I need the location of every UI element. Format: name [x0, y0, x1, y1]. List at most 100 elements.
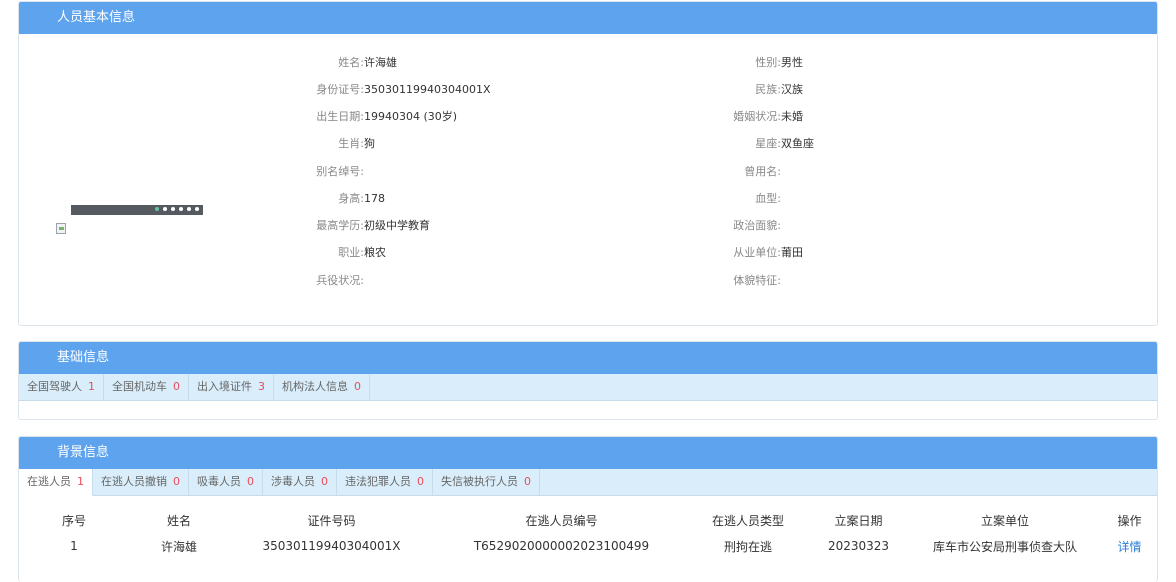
carousel-dot[interactable]: [179, 207, 183, 211]
tab-vehicles[interactable]: 全国机动车 0: [104, 374, 189, 400]
table-header-row: 序号 姓名 证件号码 在逃人员编号 在逃人员类型 立案日期 立案单位 操作: [19, 507, 1159, 533]
field-value: 许海雄: [364, 56, 397, 69]
broken-image-icon: [56, 223, 66, 234]
field-physical-features: 体貌特征:: [667, 274, 781, 288]
field-name: 姓名:许海雄: [252, 56, 397, 70]
carousel-dot[interactable]: [171, 207, 175, 211]
tab-label: 在逃人员: [27, 475, 71, 488]
tab-label: 出入境证件: [197, 380, 252, 393]
cell-action: 详情: [1100, 533, 1159, 559]
col-header: 姓名: [166, 513, 191, 528]
field-label: 体貌特征:: [733, 274, 781, 287]
carousel-dot[interactable]: [187, 207, 191, 211]
tab-count: 1: [88, 380, 95, 393]
tab-fugitive-revoked[interactable]: 在逃人员撤销 0: [93, 469, 189, 495]
background-info-tabs: 在逃人员 1 在逃人员撤销 0 吸毒人员 0 涉毒人员 0 违法犯罪人员 0 失信被执行人…: [19, 469, 1157, 496]
field-former-name: 曾用名:: [667, 165, 781, 179]
cell-fugitive-type: 刑拘在逃: [723, 539, 772, 554]
tab-label: 全国驾驶人: [27, 380, 82, 393]
field-value: 莆田: [781, 246, 803, 259]
field-label: 性别:: [755, 56, 781, 69]
field-gender: 性别:男性: [667, 56, 803, 70]
tab-label: 机构法人信息: [282, 380, 348, 393]
col-header: 序号: [61, 513, 86, 528]
field-value: 粮农: [364, 246, 386, 259]
col-header: 在逃人员编号: [525, 513, 598, 528]
tab-label: 违法犯罪人员: [345, 475, 411, 488]
col-header: 证件号码: [307, 513, 356, 528]
field-value: 初级中学教育: [364, 219, 430, 232]
field-label: 身高:: [338, 192, 364, 205]
field-label: 政治面貌:: [733, 219, 781, 232]
carousel-dot[interactable]: [163, 207, 167, 211]
carousel-dot[interactable]: [195, 207, 199, 211]
tab-label: 涉毒人员: [271, 475, 315, 488]
tab-drug-users[interactable]: 吸毒人员 0: [189, 469, 263, 495]
basic-info-panel: 基础信息 全国驾驶人 1 全国机动车 0 出入境证件 3 机构法人信息 0: [18, 341, 1158, 420]
tab-label: 全国机动车: [112, 380, 167, 393]
field-label: 从业单位:: [733, 246, 781, 259]
person-info-title: 人员基本信息: [19, 2, 1157, 34]
fugitive-table: 序号 姓名 证件号码 在逃人员编号 在逃人员类型 立案日期 立案单位 操作 1 …: [19, 507, 1159, 559]
field-value: 男性: [781, 56, 803, 69]
field-value: 汉族: [781, 83, 803, 96]
carousel-dots[interactable]: [155, 207, 199, 211]
field-value: 19940304 (30岁): [364, 110, 458, 123]
cell-fugitive-number: T6529020000002023100499: [473, 539, 650, 553]
field-ethnicity: 民族:汉族: [667, 83, 803, 97]
carousel-dot[interactable]: [155, 207, 159, 211]
tab-label: 吸毒人员: [197, 475, 241, 488]
field-value: 178: [364, 192, 385, 205]
field-blood-type: 血型:: [667, 192, 781, 206]
basic-info-title: 基础信息: [19, 342, 1157, 374]
cell-case-unit: 库车市公安局刑事侦查大队: [932, 539, 1077, 554]
tab-count: 0: [321, 475, 328, 488]
tab-label: 失信被执行人员: [441, 475, 518, 488]
field-label: 姓名:: [338, 56, 364, 69]
tab-count: 0: [247, 475, 254, 488]
field-birth-date: 出生日期:19940304 (30岁): [252, 110, 457, 124]
field-alias: 别名绰号:: [252, 165, 364, 179]
field-height: 身高:178: [252, 192, 385, 206]
field-label: 生肖:: [338, 137, 364, 150]
field-label: 婚姻状况:: [733, 110, 781, 123]
details-link[interactable]: 详情: [1117, 540, 1141, 554]
field-label: 身份证号:: [316, 83, 364, 96]
tab-travel-documents[interactable]: 出入境证件 3: [189, 374, 274, 400]
field-label: 兵役状况:: [316, 274, 364, 287]
cell-index: 1: [70, 539, 78, 553]
tab-dishonest-debtors[interactable]: 失信被执行人员 0: [433, 469, 540, 495]
tab-count: 0: [417, 475, 424, 488]
tab-criminals[interactable]: 违法犯罪人员 0: [337, 469, 433, 495]
field-education: 最高学历:初级中学教育: [252, 219, 430, 233]
background-info-panel: 背景信息 在逃人员 1 在逃人员撤销 0 吸毒人员 0 涉毒人员 0 违法犯罪人员 0 失…: [18, 436, 1158, 582]
col-header: 操作: [1117, 513, 1142, 528]
field-zodiac-animal: 生肖:狗: [252, 137, 375, 151]
tab-drug-related[interactable]: 涉毒人员 0: [263, 469, 337, 495]
table-row: 1 许海雄 35030119940304001X T65290200000020…: [19, 533, 1159, 559]
col-header: 立案单位: [980, 513, 1029, 528]
field-occupation: 职业:粮农: [252, 246, 386, 260]
tab-fugitives[interactable]: 在逃人员 1: [19, 469, 93, 496]
field-employer: 从业单位:莆田: [667, 246, 803, 260]
field-value: 35030119940304001X: [364, 83, 491, 96]
tab-label: 在逃人员撤销: [101, 475, 167, 488]
tab-drivers[interactable]: 全国驾驶人 1: [19, 374, 104, 400]
field-constellation: 星座:双鱼座: [667, 137, 814, 151]
person-info-panel: 人员基本信息 姓名:许海雄 身份证号:35030119940304001X 出生…: [18, 1, 1158, 326]
col-header: 立案日期: [834, 513, 883, 528]
tab-count: 0: [173, 380, 180, 393]
photo-carousel[interactable]: [71, 205, 203, 215]
field-label: 出生日期:: [316, 110, 364, 123]
field-label: 最高学历:: [316, 219, 364, 232]
tab-count: 0: [354, 380, 361, 393]
basic-info-tabs: 全国驾驶人 1 全国机动车 0 出入境证件 3 机构法人信息 0: [19, 374, 1157, 401]
field-label: 别名绰号:: [316, 165, 364, 178]
cell-id-number: 35030119940304001X: [262, 539, 401, 553]
tab-legal-entity[interactable]: 机构法人信息 0: [274, 374, 370, 400]
cell-name: 许海雄: [160, 539, 197, 554]
field-political-status: 政治面貌:: [667, 219, 781, 233]
field-label: 职业:: [338, 246, 364, 259]
field-label: 星座:: [755, 137, 781, 150]
tab-count: 3: [258, 380, 265, 393]
